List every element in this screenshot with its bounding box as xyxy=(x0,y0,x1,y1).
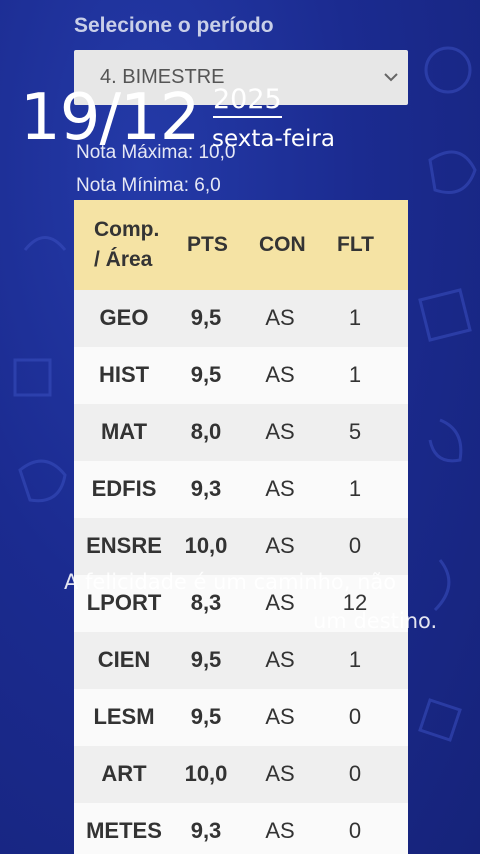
cell-flt: 0 xyxy=(348,818,362,843)
header-area-line2: / Área xyxy=(94,248,153,271)
cell-con: AS xyxy=(265,362,295,387)
cell-pts: 9,5 xyxy=(190,305,222,330)
cell-pts: 9,3 xyxy=(190,818,222,843)
period-label: Selecione o período xyxy=(74,14,274,37)
table-row: LESM 9,5 AS 0 xyxy=(74,689,408,746)
cell-con: AS xyxy=(265,818,295,843)
cell-pts: 9,5 xyxy=(190,647,222,672)
cell-area: MAT xyxy=(100,419,148,444)
cell-con: AS xyxy=(265,647,295,672)
min-grade-note: Nota Mínima: 6,0 xyxy=(76,175,221,196)
cell-pts: 8,0 xyxy=(190,419,222,444)
cell-con: AS xyxy=(265,476,295,501)
cell-area: ENSRE xyxy=(86,533,162,558)
overlay-weekday: sexta-feira xyxy=(212,126,335,152)
cell-flt: 1 xyxy=(348,476,362,501)
chevron-down-icon xyxy=(384,73,398,82)
header-con: CON xyxy=(259,233,306,256)
cell-flt: 1 xyxy=(348,647,362,672)
table-row: EDFIS 9,3 AS 1 xyxy=(74,461,408,518)
grades-table: Comp. / Área PTS CON FLT GEO 9,5 AS 1 HIST 9,… xyxy=(74,200,408,854)
overlay-date: 19/12 xyxy=(20,81,200,155)
table-row: GEO 9,5 AS 1 xyxy=(74,290,408,347)
cell-pts: 9,3 xyxy=(190,476,222,501)
cell-pts: 10,0 xyxy=(184,533,228,558)
cell-pts: 9,5 xyxy=(190,362,222,387)
cell-area: METES xyxy=(86,818,162,843)
table-row: ENSRE 10,0 AS 0 xyxy=(74,518,408,575)
cell-pts: 9,5 xyxy=(190,704,222,729)
cell-flt: 5 xyxy=(348,419,362,444)
cell-flt: 1 xyxy=(348,362,362,387)
cell-con: AS xyxy=(265,419,295,444)
cell-flt: 0 xyxy=(348,704,362,729)
table-row: ART 10,0 AS 0 xyxy=(74,746,408,803)
cell-con: AS xyxy=(265,704,295,729)
cell-con: AS xyxy=(265,305,295,330)
cell-flt: 0 xyxy=(348,533,362,558)
cell-area: LESM xyxy=(93,704,155,729)
cell-area: GEO xyxy=(99,305,149,330)
cell-area: HIST xyxy=(98,362,150,387)
table-row: METES 9,3 AS 0 xyxy=(74,803,408,854)
overlay-quote-line2: um destino. xyxy=(313,609,438,633)
cell-pts: 10,0 xyxy=(184,761,228,786)
table-header: Comp. / Área PTS CON FLT xyxy=(74,200,408,290)
table-row: CIEN 9,5 AS 1 xyxy=(74,632,408,689)
cell-area: ART xyxy=(101,761,147,786)
header-flt: FLT xyxy=(337,233,374,256)
header-pts: PTS xyxy=(187,233,228,256)
cell-flt: 1 xyxy=(348,305,362,330)
cell-flt: 0 xyxy=(348,761,362,786)
overlay-year: 2025 xyxy=(213,84,282,118)
cell-con: AS xyxy=(265,533,295,558)
table-row: HIST 9,5 AS 1 xyxy=(74,347,408,404)
overlay-quote-line1: A felicidade é um caminho, não xyxy=(64,570,397,594)
cell-con: AS xyxy=(265,761,295,786)
cell-area: CIEN xyxy=(97,647,151,672)
table-row: MAT 8,0 AS 5 xyxy=(74,404,408,461)
cell-area: EDFIS xyxy=(91,476,157,501)
header-area-line1: Comp. xyxy=(94,218,160,241)
